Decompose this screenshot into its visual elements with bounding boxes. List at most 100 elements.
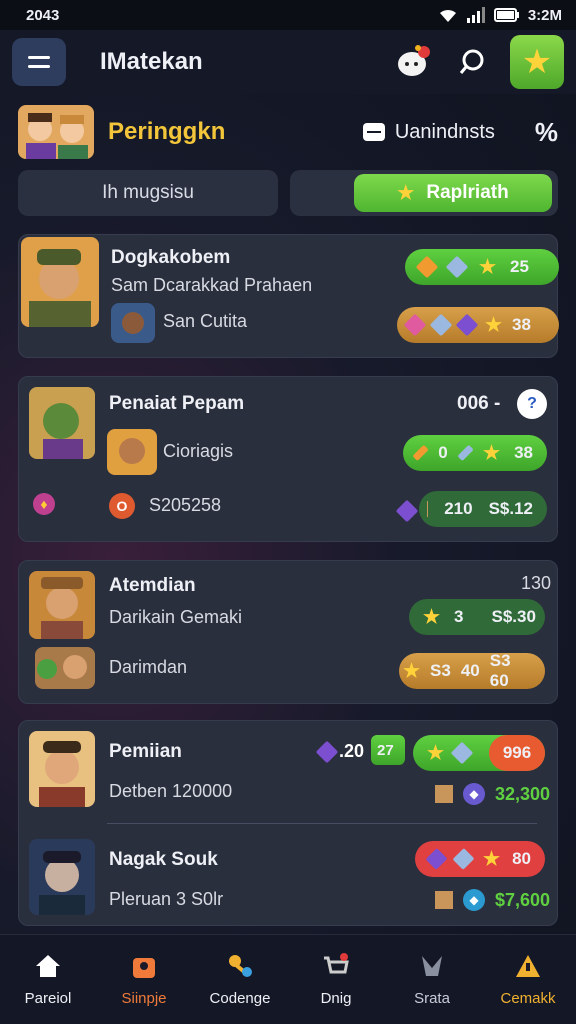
player-subtitle: Sam Dcarakkad Prahaen [111, 275, 313, 295]
bonus-value-c: S3 60 [489, 651, 511, 690]
player-total: $7,600 [495, 889, 551, 910]
status-time: 2043 [26, 6, 60, 24]
team-name: San Cutita [163, 311, 248, 331]
search-button[interactable] [450, 40, 494, 84]
gem-icon [412, 444, 429, 462]
group-avatar [18, 105, 94, 159]
gem-icon [315, 740, 339, 763]
star-icon: ★ [403, 660, 421, 682]
chest-icon [435, 785, 453, 803]
status-clock: 3:2M [527, 6, 562, 24]
nav-home[interactable]: Pareiol [3, 952, 93, 1007]
coin-icon: ◆ [463, 783, 485, 805]
tab-ranking-label: Raplriath [426, 182, 509, 203]
info-button[interactable]: ? [517, 389, 547, 419]
player-score: 130 [521, 573, 552, 593]
divider [107, 823, 537, 824]
stats-icon [422, 956, 442, 976]
star-icon: ★ [397, 182, 415, 204]
mini-badge: 27 [371, 735, 405, 765]
status-bar: 2043 3:2M [0, 0, 576, 30]
star-icon: ★ [479, 256, 497, 278]
bonus-value: 38 [512, 315, 531, 334]
bonus-badge: ★ S3 40 S3 60 [399, 651, 545, 690]
chat-bot-button[interactable] [392, 40, 436, 84]
crystal-icon [457, 444, 474, 462]
reward-badge: ★ 80 [415, 841, 545, 877]
units-button[interactable]: Uanindnsts [362, 120, 495, 144]
percent-icon[interactable]: % [535, 117, 558, 148]
gem-icon [403, 313, 427, 337]
coin-icon: O [109, 493, 135, 519]
gem-icon [455, 313, 479, 337]
favorites-button[interactable]: ★ [510, 35, 564, 89]
team-avatar [111, 303, 155, 343]
player-avatar [29, 731, 95, 807]
player-subtitle: Pleruan 3 S0lr [109, 889, 224, 909]
crystal-icon [452, 848, 475, 870]
nav-shop[interactable]: Siinpje [99, 952, 189, 1007]
chest-icon [427, 501, 429, 517]
reward-value: 25 [510, 257, 529, 276]
team-name: Darimdan [109, 657, 188, 677]
crystal-icon [450, 741, 474, 765]
tab-all[interactable]: Ih mugsisu [18, 170, 278, 216]
signal-icon [466, 7, 485, 23]
star-icon: ★ [423, 606, 441, 628]
player-balance: S205258 [149, 495, 222, 515]
nav-market[interactable]: Dnig [291, 952, 381, 1007]
player-avatar [29, 387, 95, 459]
player-card[interactable]: Atemdian 130 Darikain Gemaki ★ 3 S$.30 Dar… [18, 560, 558, 704]
search-icon [459, 49, 484, 74]
player-card[interactable]: Dogkakobem Sam Dcarakkad Prahaen San Cut… [18, 234, 559, 358]
reward-badge: ★ 3 S$.30 [409, 599, 545, 635]
team-avatar [35, 647, 95, 689]
tab-bar: Ih mugsisu ★ Raplriath [18, 170, 558, 216]
reward-badge: ★ 25 [405, 249, 559, 285]
units-label: Uanindnsts [394, 120, 495, 143]
nav-challenge-label: Codenge [209, 990, 271, 1007]
user-info-icon: ? [527, 395, 537, 412]
player-score: 006 - [457, 393, 501, 414]
star-icon: ★ [521, 43, 553, 81]
crystal-icon [471, 611, 484, 623]
score-value: 996 [502, 743, 532, 762]
wifi-icon [439, 9, 456, 22]
bonus-value-b: 40 [460, 661, 480, 680]
gem-icon [425, 848, 448, 870]
player-name: Atemdian [109, 575, 196, 596]
bonus-badge: 210 S$.12 [419, 491, 547, 527]
home-icon [36, 955, 60, 977]
player-avatar [29, 839, 95, 915]
app-title: IMatekan [100, 48, 203, 75]
bonus-value-a: 210 [444, 499, 473, 518]
player-name: Dogkakobem [111, 247, 231, 268]
nav-stats[interactable]: Srata [387, 952, 477, 1007]
bottom-nav: Pareiol Siinpje Codenge Dnig Srata Cemak… [0, 934, 576, 1024]
gem-icon [415, 255, 439, 279]
reward-badge: 0 ★ 38 [403, 435, 547, 471]
bag-icon [133, 958, 155, 978]
nav-challenge[interactable]: Codenge [195, 952, 285, 1007]
tab-all-label: Ih mugsisu [102, 182, 194, 203]
keys-icon [229, 955, 252, 977]
coin-icon: ◆ [463, 889, 485, 911]
player-name: Penaiat Pepam [109, 393, 245, 414]
reward-value-b: S$.30 [491, 607, 536, 626]
menu-button[interactable] [12, 38, 66, 86]
star-icon: ★ [483, 848, 501, 870]
fire-icon: ♦ [33, 493, 55, 515]
player-card[interactable]: Penaiat Pepam 006 - ? Cioriagis 0 ★ 38 ♦ O… [18, 376, 558, 542]
score-badge: 996 [489, 735, 545, 771]
tab-ranking[interactable]: ★ Raplriath [290, 170, 558, 216]
player-avatar [21, 237, 99, 327]
star-icon: ★ [483, 442, 501, 464]
reward-value-a: 0 [438, 443, 448, 462]
crystal-icon [445, 255, 469, 279]
mini-badge-value: 27 [377, 741, 394, 759]
nav-warning[interactable]: Cemakk [483, 952, 573, 1007]
player-card[interactable]: Pemiian Detben 120000 .20 27 ★ 996 ◆ 32,… [18, 720, 558, 926]
reward-value-b: 38 [514, 443, 533, 462]
nav-warning-label: Cemakk [500, 990, 556, 1007]
player-name: Pemiian [109, 741, 182, 762]
